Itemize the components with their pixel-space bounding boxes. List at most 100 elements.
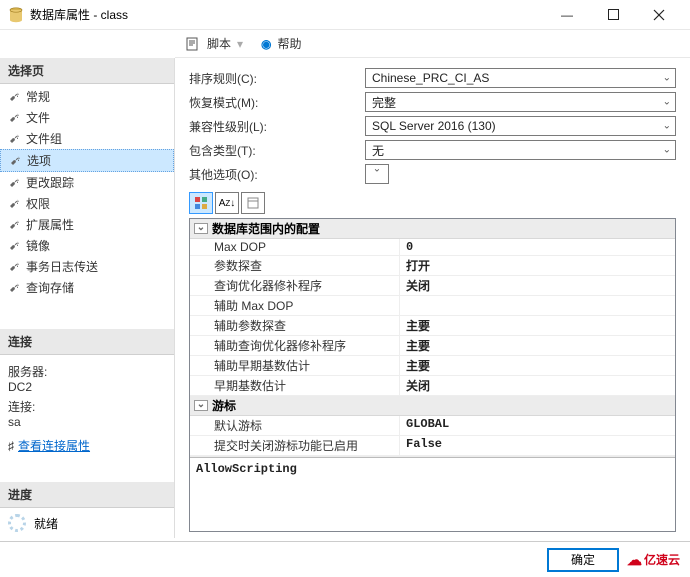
property-category[interactable]: ⌄ 游标 — [190, 396, 675, 416]
chevron-down-icon: ⌄ — [373, 163, 381, 174]
sidebar-page-item[interactable]: 文件组 — [0, 128, 174, 149]
property-value[interactable]: GLOBAL — [400, 416, 675, 435]
property-row[interactable]: 辅助参数探查主要 — [190, 316, 675, 336]
property-row[interactable]: 辅助早期基数估计主要 — [190, 356, 675, 376]
wrench-icon — [8, 111, 22, 125]
database-icon — [8, 7, 24, 23]
property-row[interactable]: 参数探查打开 — [190, 256, 675, 276]
page-label: 查询存储 — [26, 279, 74, 296]
property-row[interactable]: 提交时关闭游标功能已启用False — [190, 436, 675, 456]
server-label: 服务器: — [8, 363, 166, 380]
ok-button[interactable]: 确定 — [547, 548, 619, 572]
other-options-button[interactable]: ⌄ — [365, 164, 389, 184]
property-grid-body[interactable]: ⌄数据库范围内的配置Max DOP0参数探查打开查询优化器修补程序关闭辅助 Ma… — [190, 219, 675, 457]
property-row[interactable]: 早期基数估计关闭 — [190, 376, 675, 396]
page-label: 权限 — [26, 195, 50, 212]
connection-panel: 服务器: DC2 连接: sa ♯ 查看连接属性 — [0, 355, 174, 458]
property-value[interactable]: 0 — [400, 239, 675, 255]
sidebar: 选择页 常规文件文件组选项更改跟踪权限扩展属性镜像事务日志传送查询存储 连接 服… — [0, 58, 175, 538]
page-label: 更改跟踪 — [26, 174, 74, 191]
alphabetical-button[interactable]: AZ↓ — [215, 192, 239, 214]
connection-label: 连接: — [8, 398, 166, 415]
help-label[interactable]: 帮助 — [278, 35, 302, 52]
connection-header: 连接 — [0, 329, 174, 355]
property-description: AllowScripting — [190, 457, 675, 499]
wrench-icon — [9, 154, 23, 168]
property-value[interactable]: 打开 — [400, 256, 675, 275]
property-row[interactable]: 辅助 Max DOP — [190, 296, 675, 316]
property-value[interactable]: False — [400, 436, 675, 455]
sidebar-page-item[interactable]: 事务日志传送 — [0, 256, 174, 277]
chevron-down-icon: ⌄ — [663, 121, 671, 132]
sidebar-page-item[interactable]: 选项 — [0, 149, 174, 172]
property-name: Max DOP — [190, 239, 400, 255]
collapse-icon[interactable]: ⌄ — [194, 400, 208, 411]
property-name: 辅助参数探查 — [190, 316, 400, 335]
property-name: 早期基数估计 — [190, 376, 400, 395]
property-row[interactable]: 辅助查询优化器修补程序主要 — [190, 336, 675, 356]
help-icon: ◉ — [261, 37, 271, 51]
wrench-icon — [8, 260, 22, 274]
property-value[interactable]: 主要 — [400, 336, 675, 355]
property-row[interactable]: 默认游标GLOBAL — [190, 416, 675, 436]
wrench-icon — [8, 281, 22, 295]
progress-panel: 就绪 — [0, 508, 174, 538]
wrench-icon — [8, 218, 22, 232]
wrench-icon — [8, 132, 22, 146]
sidebar-page-item[interactable]: 扩展属性 — [0, 214, 174, 235]
wrench-icon — [8, 176, 22, 190]
page-list: 常规文件文件组选项更改跟踪权限扩展属性镜像事务日志传送查询存储 — [0, 84, 174, 300]
property-category[interactable]: ⌄数据库范围内的配置 — [190, 219, 675, 239]
propgrid-pages-button[interactable] — [241, 192, 265, 214]
connection-value: sa — [8, 415, 166, 429]
compat-select[interactable]: SQL Server 2016 (130)⌄ — [365, 116, 676, 136]
content-toolbar: 脚本 ▾ ◉ 帮助 — [175, 30, 690, 58]
property-name: 默认游标 — [190, 416, 400, 435]
recovery-select[interactable]: 完整⌄ — [365, 92, 676, 112]
sidebar-page-item[interactable]: 更改跟踪 — [0, 172, 174, 193]
close-button[interactable] — [636, 0, 682, 30]
page-label: 扩展属性 — [26, 216, 74, 233]
page-label: 镜像 — [26, 237, 50, 254]
property-name: 辅助早期基数估计 — [190, 356, 400, 375]
brand-text: 亿速云 — [644, 551, 680, 568]
select-page-header: 选择页 — [0, 58, 174, 84]
property-name: 提交时关闭游标功能已启用 — [190, 436, 400, 455]
property-name: 参数探查 — [190, 256, 400, 275]
categorize-button[interactable] — [189, 192, 213, 214]
property-row[interactable]: 查询优化器修补程序关闭 — [190, 276, 675, 296]
collation-select[interactable]: Chinese_PRC_CI_AS⌄ — [365, 68, 676, 88]
property-value[interactable]: 关闭 — [400, 276, 675, 295]
sidebar-page-item[interactable]: 常规 — [0, 86, 174, 107]
page-label: 文件组 — [26, 130, 62, 147]
chevron-down-icon: ⌄ — [663, 73, 671, 84]
minimize-button[interactable]: — — [544, 0, 590, 30]
collation-label: 排序规则(C): — [189, 70, 359, 87]
property-name: 辅助 Max DOP — [190, 296, 400, 315]
server-value: DC2 — [8, 380, 166, 394]
category-name: 游标 — [212, 397, 236, 414]
other-options-label: 其他选项(O): — [189, 166, 359, 183]
connection-props-icon: ♯ — [8, 439, 14, 453]
collapse-icon[interactable]: ⌄ — [194, 223, 208, 234]
property-value[interactable]: 关闭 — [400, 376, 675, 395]
view-connection-link[interactable]: 查看连接属性 — [18, 437, 90, 454]
propgrid-toolbar: AZ↓ — [189, 192, 676, 214]
script-label[interactable]: 脚本 — [207, 35, 231, 52]
page-label: 选项 — [27, 152, 51, 169]
property-value[interactable]: 主要 — [400, 356, 675, 375]
property-value[interactable] — [400, 296, 675, 315]
maximize-button[interactable] — [590, 0, 636, 30]
progress-spinner-icon — [8, 514, 26, 532]
property-row[interactable]: Max DOP0 — [190, 239, 675, 256]
page-label: 文件 — [26, 109, 50, 126]
content-pane: 排序规则(C): Chinese_PRC_CI_AS⌄ 恢复模式(M): 完整⌄… — [175, 58, 690, 538]
sidebar-page-item[interactable]: 文件 — [0, 107, 174, 128]
chevron-down-icon: ⌄ — [663, 145, 671, 156]
sidebar-page-item[interactable]: 镜像 — [0, 235, 174, 256]
property-value[interactable]: 主要 — [400, 316, 675, 335]
dropdown-arrow-icon[interactable]: ▾ — [237, 37, 243, 51]
sidebar-page-item[interactable]: 查询存储 — [0, 277, 174, 298]
sidebar-page-item[interactable]: 权限 — [0, 193, 174, 214]
contain-select[interactable]: 无⌄ — [365, 140, 676, 160]
